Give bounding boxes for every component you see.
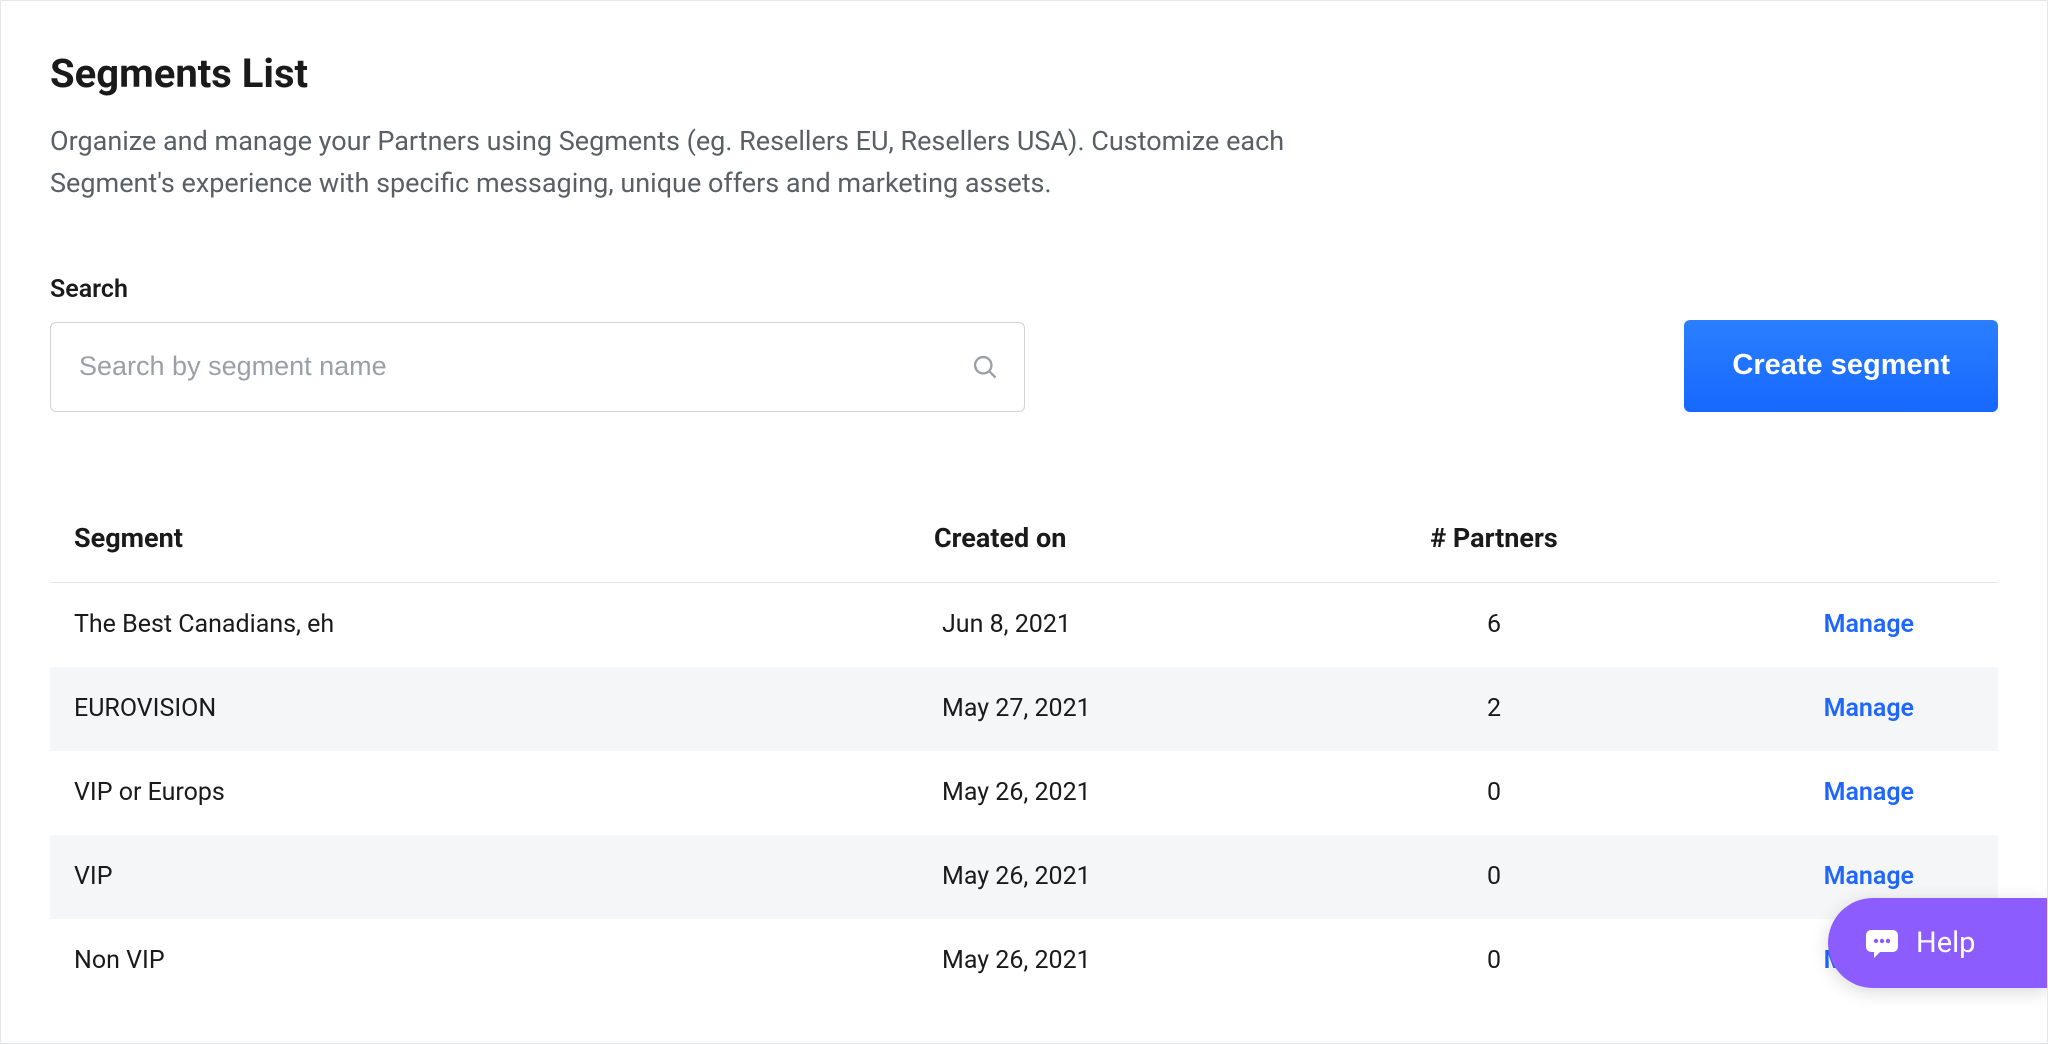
table-row: Non VIPMay 26, 20210Manage: [50, 919, 1998, 1003]
cell-partners-count: 0: [1334, 862, 1654, 891]
manage-link[interactable]: Manage: [1824, 778, 1914, 807]
page-container: Segments List Organize and manage your P…: [0, 0, 2048, 1044]
page-title: Segments List: [50, 50, 1998, 97]
manage-link[interactable]: Manage: [1824, 862, 1914, 891]
cell-created-on: May 26, 2021: [934, 946, 1334, 975]
cell-partners-count: 6: [1334, 610, 1654, 639]
search-label: Search: [50, 275, 1025, 304]
cell-partners-count: 0: [1334, 946, 1654, 975]
col-partners: # Partners: [1334, 522, 1654, 554]
cell-created-on: Jun 8, 2021: [934, 610, 1334, 639]
create-segment-button[interactable]: Create segment: [1684, 320, 1998, 412]
page-description: Organize and manage your Partners using …: [50, 121, 1350, 205]
controls-row: Search Create segment: [50, 275, 1998, 412]
table-row: EUROVISIONMay 27, 20212 Manage: [50, 667, 1998, 751]
segments-table: Segment Created on # Partners The Best C…: [50, 522, 1998, 1003]
col-created: Created on: [934, 522, 1334, 554]
manage-link[interactable]: Manage: [1824, 694, 1914, 723]
col-segment: Segment: [74, 522, 934, 554]
table-header: Segment Created on # Partners: [50, 522, 1998, 583]
cell-segment-name: EUROVISION: [74, 694, 934, 723]
cell-segment-name: VIP or Europs: [74, 778, 934, 807]
cell-created-on: May 26, 2021: [934, 778, 1334, 807]
cell-action: Manage: [1654, 862, 1974, 891]
help-label: Help: [1916, 926, 1975, 960]
cell-segment-name: VIP: [74, 862, 934, 891]
cell-created-on: May 27, 2021: [934, 694, 1334, 723]
manage-link[interactable]: Manage: [1824, 610, 1914, 639]
cell-segment-name: The Best Canadians, eh: [74, 610, 934, 639]
table-row: VIPMay 26, 20210 Manage: [50, 835, 1998, 919]
search-input[interactable]: [50, 322, 1025, 412]
table-row: The Best Canadians, ehJun 8, 20216 Manage: [50, 583, 1998, 667]
table-row: VIP or EuropsMay 26, 20210 Manage: [50, 751, 1998, 835]
cell-action: Manage: [1654, 694, 1974, 723]
cell-partners-count: 0: [1334, 778, 1654, 807]
cell-created-on: May 26, 2021: [934, 862, 1334, 891]
search-box: [50, 322, 1025, 412]
search-wrapper: Search: [50, 275, 1025, 412]
help-widget[interactable]: Help: [1828, 898, 2048, 988]
cell-action: Manage: [1654, 610, 1974, 639]
cell-partners-count: 2: [1334, 694, 1654, 723]
cell-action: Manage: [1654, 778, 1974, 807]
table-body: The Best Canadians, ehJun 8, 20216 Manage…: [50, 583, 1998, 1003]
cell-segment-name: Non VIP: [74, 946, 934, 975]
chat-icon: [1864, 928, 1900, 958]
